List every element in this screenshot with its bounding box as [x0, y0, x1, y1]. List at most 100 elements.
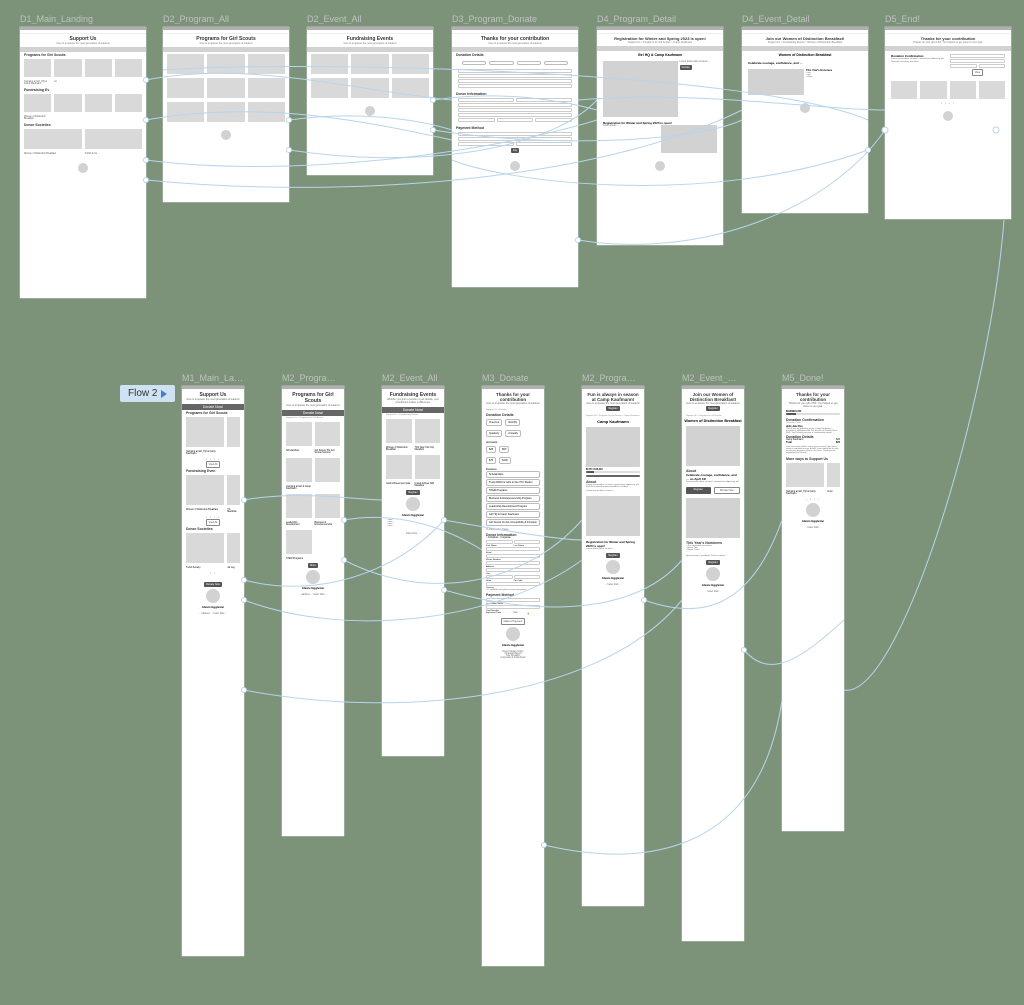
register-button[interactable]: Register: [606, 553, 619, 558]
state-input[interactable]: [486, 575, 513, 579]
amount-option[interactable]: $75: [486, 457, 496, 464]
page-title: Thanks for your contribution: [485, 392, 541, 402]
amount-option[interactable]: $100: [499, 457, 511, 464]
pay-button[interactable]: Pay: [511, 148, 519, 153]
frame-label: M3_Donate: [482, 373, 542, 383]
view-all-button[interactable]: View All: [206, 461, 221, 468]
radio-individual[interactable]: Individual: [488, 537, 498, 539]
card-caption: Ac: [54, 81, 81, 85]
event-quote: Celebrate courage, confidence, and …: [742, 59, 868, 67]
frame-m5[interactable]: Thanks for your contribution Thanks for …: [782, 386, 844, 831]
email-input[interactable]: [486, 547, 540, 551]
cause-option[interactable]: Business & Entrepreneurship Program: [486, 495, 540, 502]
cause-option[interactable]: Scholarships: [486, 471, 540, 478]
address-input[interactable]: [486, 561, 540, 565]
cause-option[interactable]: Leadership Development Program: [486, 503, 540, 510]
card-caption: Women of Distinction Breakfast: [24, 116, 51, 120]
register-button[interactable]: Register: [606, 406, 619, 411]
zip-input[interactable]: [514, 575, 541, 579]
frame-d1[interactable]: Support Us Give to empower the next gene…: [20, 27, 146, 298]
register-button[interactable]: Register: [706, 406, 719, 411]
cause-option[interactable]: Troop 6000 for Girls in the NYC Shelter: [486, 479, 540, 486]
view-all-button[interactable]: View All: [206, 519, 221, 526]
frame-label: M5_Done!: [782, 373, 842, 383]
page-subtitle: Thanks for your gift of $X. You helped u…: [785, 402, 841, 408]
donate-button[interactable]: Donate Now: [204, 582, 222, 587]
page-subtitle: Whether you join in person or just donat…: [385, 398, 441, 404]
frame-m3[interactable]: Thanks for your contribution Give to emp…: [482, 386, 544, 966]
action-cta[interactable]: [586, 475, 640, 477]
program-name: Camp Kaufmann: [582, 418, 644, 425]
program-name: Girl HQ & Camp Kaufmann: [597, 51, 723, 59]
frame-label: D4_Event_Detail: [742, 14, 810, 24]
page-subtitle: Give to empower the next generation of l…: [313, 42, 427, 45]
frame-m2p[interactable]: Programs for Girl Scouts Give to empower…: [282, 386, 344, 836]
card-caption: Women of Distinction Breakfast: [186, 509, 224, 513]
register-button[interactable]: Register: [406, 490, 419, 495]
view-donation-button[interactable]: View: [972, 69, 983, 76]
freq-option[interactable]: Annually: [505, 430, 521, 437]
city-input[interactable]: [486, 568, 540, 572]
frame-m2ed[interactable]: Join our Women of Distinction Breakfast!…: [682, 386, 744, 941]
frame-label: M2_Event_All: [382, 373, 442, 383]
register-button[interactable]: Register: [686, 487, 711, 494]
register-button[interactable]: Register: [706, 560, 719, 565]
donate-button[interactable]: Donate Now: [714, 487, 741, 494]
frame-d3[interactable]: Thanks for your contribution Give to emp…: [452, 27, 578, 287]
breadcrumb: Support Us > Programs for Girl Scouts > …: [603, 41, 717, 44]
frame-label: D2_Program_All: [163, 14, 229, 24]
tile-caption: Women of Distinction Breakfast: [386, 447, 412, 451]
page-title: Thanks for your contribution: [785, 392, 841, 402]
tile-caption: STEM Programs: [286, 558, 312, 560]
cause-option[interactable]: Girl HQ & Camp Kaufmann: [486, 511, 540, 518]
cause-option[interactable]: Girl Scouts for ALL Accessibility & Incl…: [486, 519, 540, 526]
card-name-input[interactable]: [486, 598, 540, 602]
amount-option[interactable]: $50: [499, 446, 509, 453]
frame-label: M2_Event_…: [682, 373, 742, 383]
freq-option[interactable]: Quarterly: [486, 430, 502, 437]
donate-button[interactable]: Donate: [680, 65, 692, 70]
page-title: Programs for Girl Scouts: [285, 392, 341, 404]
card-caption: T-Shirt & Co.: [85, 153, 143, 155]
card-number-input[interactable]: [486, 605, 540, 609]
card-caption: Jul Leg: [227, 567, 240, 569]
last-name-input[interactable]: [514, 540, 541, 544]
breadcrumb: Support Us > Fundraising Events > Women …: [748, 41, 862, 44]
frame-d4e[interactable]: Join our Women of Distinction Breakfast!…: [742, 27, 868, 213]
amount-option[interactable]: $25: [486, 446, 496, 453]
frame-label: D5_End!: [885, 14, 920, 24]
event-quote: Celebrate courage, confidence, and … on …: [686, 473, 740, 481]
pay-button[interactable]: Make a Payment: [501, 618, 526, 625]
first-name-input[interactable]: [486, 540, 513, 544]
frame-label: M2_Progra…: [582, 373, 642, 383]
footer-link[interactable]: Corporate & Institutional: [486, 657, 540, 659]
frame-d5[interactable]: Thanks for your contribution Thanks for …: [885, 27, 1011, 219]
freq-option[interactable]: Monthly: [505, 419, 520, 426]
page-subtitle: Give to empower the next generation of l…: [185, 398, 241, 401]
tile-caption: Girl Scouts The Girl Scouts Summer: [315, 450, 341, 454]
frame-d4p[interactable]: Registration for Winter and Spring 2023 …: [597, 27, 723, 245]
more-button[interactable]: More: [308, 563, 318, 568]
anonymous-checkbox[interactable]: I would like this gift to remain anonymo…: [488, 589, 526, 591]
tile-caption: Leadership Development: [286, 522, 312, 526]
freq-option[interactable]: One-time: [486, 419, 502, 426]
flow-label: Flow 2: [128, 388, 157, 399]
frame-label: D1_Main_Landing: [20, 14, 93, 24]
frame-m1[interactable]: Support Us Give to empower the next gene…: [182, 386, 244, 956]
play-icon: [161, 390, 167, 398]
design-canvas[interactable]: D1_Main_Landing D2_Program_All D2_Event_…: [0, 0, 1024, 1005]
phone-input[interactable]: [486, 554, 540, 558]
frame-m2e[interactable]: Fundraising Events Whether you join in p…: [382, 386, 444, 756]
cause-option[interactable]: STEM Programs: [486, 487, 540, 494]
page-subtitle: Give to empower the next generation of l…: [585, 402, 641, 405]
frame-d2p[interactable]: Programs for Girl Scouts Give to empower…: [163, 27, 289, 202]
frame-m2pd[interactable]: Fun is always in season at Camp Kaufmann…: [582, 386, 644, 906]
radio-corporate[interactable]: Corporate: [500, 537, 510, 539]
frame-d2e[interactable]: Fundraising Events Give to empower the n…: [307, 27, 433, 175]
page-title: Fun is always in season at Camp Kaufmann…: [585, 392, 641, 402]
flow-prototype-tag[interactable]: Flow 2: [120, 385, 175, 402]
card-caption: YC Marathon: [227, 509, 240, 513]
tile-caption: Business & Entrepreneurship: [315, 522, 341, 526]
country-input[interactable]: [486, 582, 540, 586]
card-caption: Camping at Girl_HQ & Camp Kaufmann: [24, 81, 51, 85]
